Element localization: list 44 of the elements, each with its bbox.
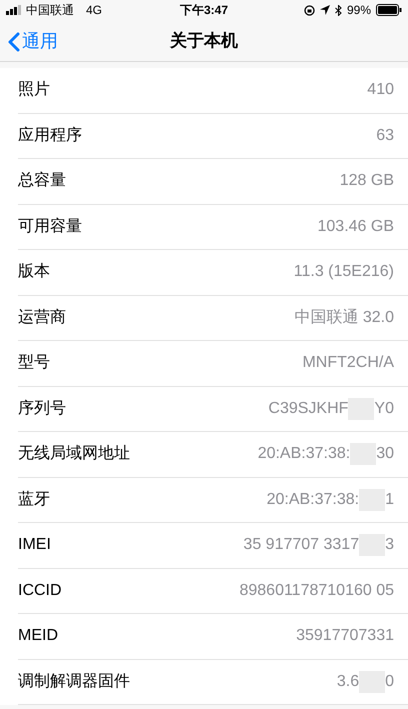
row-label: 总容量 <box>18 170 66 192</box>
location-arrow-icon <box>320 5 330 15</box>
signal-icon <box>6 5 22 15</box>
row-label: 可用容量 <box>18 216 82 237</box>
row-value: 898601178710160 05 <box>239 580 394 601</box>
row-label: 无线局域网地址 <box>18 444 130 464</box>
row-value: 128 GB <box>340 171 394 192</box>
network-type: 4G <box>86 2 102 19</box>
row-value: MNFT2CH/A <box>302 353 394 374</box>
row-value: 中国联通 32.0 <box>294 308 394 328</box>
battery-icon <box>376 4 402 16</box>
row-value: 35917707331 <box>296 626 394 646</box>
page-title: 关于本机 <box>170 30 238 52</box>
row-label: IMEI <box>18 535 51 556</box>
row-value: C39SJKHF <box>268 398 348 419</box>
row-label: 照片 <box>18 80 50 100</box>
row-value: 410 <box>367 80 394 100</box>
row-value: 35 917707 3317 <box>243 535 360 556</box>
row-label: 型号 <box>18 353 50 374</box>
row-value: 63 <box>376 126 394 146</box>
chevron-left-icon <box>8 32 20 52</box>
row-label: MEID <box>18 626 58 646</box>
row-value: 20:AB:37:38: <box>258 444 350 464</box>
row-value: 1 <box>385 490 394 510</box>
row-value: 3.6 <box>336 672 360 692</box>
row-label: ICCID <box>18 580 62 601</box>
row-value: 0 <box>385 672 394 692</box>
row-label: 蓝牙 <box>18 490 50 510</box>
row-value: Y0 <box>374 398 394 419</box>
row-value: 103.46 GB <box>318 216 394 237</box>
row-value: 11.3 (15E216) <box>294 262 394 282</box>
back-button[interactable]: 通用 <box>8 28 58 55</box>
carrier-name: 中国联通 <box>26 2 74 19</box>
row-label: 运营商 <box>18 308 66 328</box>
row-label: 序列号 <box>18 398 66 419</box>
bluetooth-icon <box>334 4 342 16</box>
row-label: 调制解调器固件 <box>18 672 130 692</box>
row-label: 应用程序 <box>18 126 82 146</box>
row-value: 20:AB:37:38: <box>266 490 360 510</box>
row-value: 3 <box>385 535 394 556</box>
clock-time: 下午3:47 <box>180 2 228 19</box>
row-value: 30 <box>376 444 394 464</box>
battery-percent: 99% <box>346 2 371 19</box>
row-label: 版本 <box>18 262 50 282</box>
